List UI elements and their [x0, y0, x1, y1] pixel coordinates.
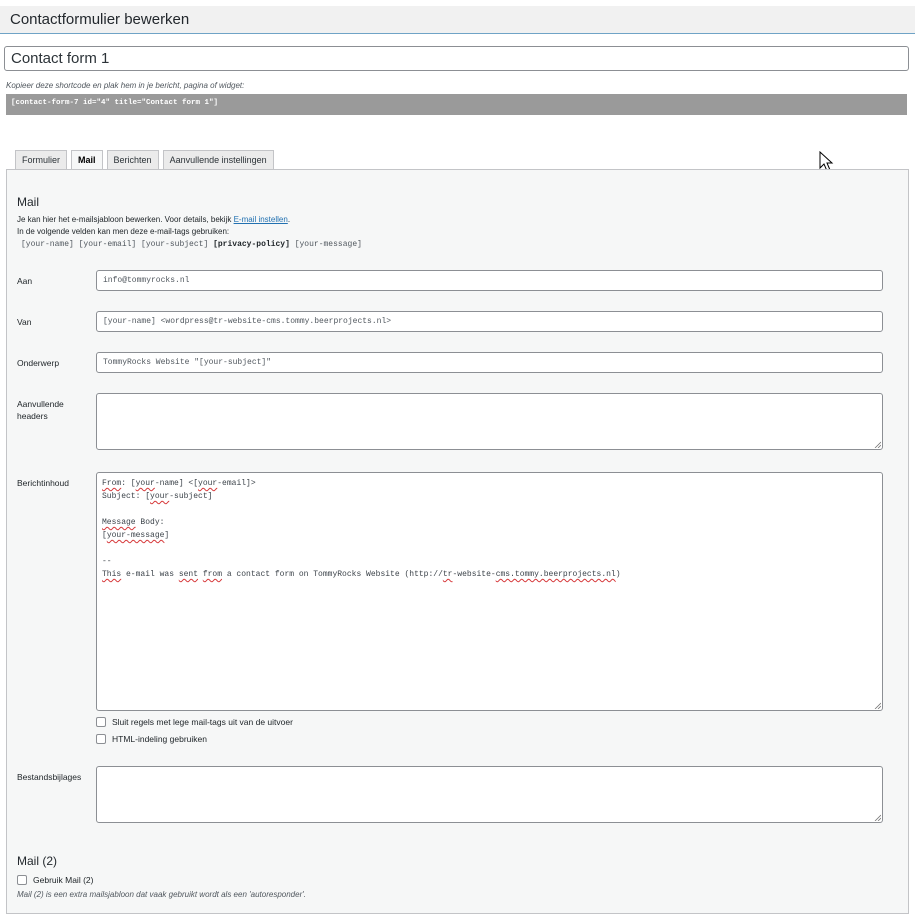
mail-tag[interactable]: [your-email] [79, 240, 137, 249]
from-label: Van [17, 317, 32, 327]
use-mail2-option[interactable]: Gebruik Mail (2) [17, 875, 93, 885]
body-word: e-mail was [121, 570, 179, 579]
mail-panel: Mail Je kan hier het e-mailsjabloon bewe… [6, 169, 909, 914]
attachments-label: Bestandsbijlages [17, 772, 82, 782]
mail2-section-title: Mail (2) [17, 854, 58, 868]
body-word: sent [178, 570, 199, 579]
subject-field[interactable]: TommyRocks Website "[your-subject]" [96, 352, 883, 373]
to-value: info@tommyrocks.nl [103, 276, 190, 285]
from-field[interactable]: [your-name] <wordpress@tr-website-cms.to… [96, 311, 883, 332]
body-word: from [202, 570, 223, 579]
to-label: Aan [17, 276, 33, 286]
body-word: -email]> [217, 479, 256, 488]
body-word: ] [164, 531, 170, 540]
body-word: Body: [135, 518, 165, 527]
from-value: [your-name] <wordpress@tr-website-cms.to… [103, 317, 392, 326]
mail-description-text: Je kan hier het e-mailsjabloon bewerken.… [17, 215, 234, 224]
shortcode-text: [contact-form-7 id="4" title="Contact fo… [11, 99, 219, 107]
body-line: [your-message] [102, 529, 877, 542]
mail-description: Je kan hier het e-mailsjabloon bewerken.… [17, 215, 290, 224]
mail-section-title: Mail [17, 195, 40, 209]
body-word: your-message [106, 531, 165, 540]
body-label: Berichtinhoud [17, 478, 69, 488]
body-word: your [198, 479, 218, 488]
headers-label-line2: headers [17, 411, 48, 421]
body-line: From: [your-name] <[your-email]> [102, 477, 877, 490]
mail2-note: Mail (2) is een extra mailsjabloon dat v… [17, 890, 306, 899]
form-title-value: Contact form 1 [11, 50, 110, 67]
body-content: From: [your-name] <[your-email]> Subject:… [97, 473, 882, 585]
exclude-blank-label: Sluit regels met lege mail-tags uit van … [112, 717, 293, 727]
mail-tag[interactable]: [your-subject] [141, 240, 208, 249]
body-word: Subject: [ [102, 492, 151, 501]
use-html-label: HTML-indeling gebruiken [112, 734, 207, 744]
use-mail2-label: Gebruik Mail (2) [33, 875, 94, 885]
body-line [102, 542, 877, 555]
subject-label: Onderwerp [17, 358, 60, 368]
exclude-blank-option[interactable]: Sluit regels met lege mail-tags uit van … [96, 717, 293, 727]
exclude-blank-checkbox[interactable] [96, 717, 106, 727]
mail-description-suffix: . [287, 215, 291, 224]
body-word: your [135, 479, 155, 488]
body-word: -name] <[ [154, 479, 199, 488]
use-html-option[interactable]: HTML-indeling gebruiken [96, 734, 207, 744]
editor-tabs: Formulier Mail Berichten Aanvullende ins… [15, 150, 278, 171]
subject-value: TommyRocks Website "[your-subject]" [103, 358, 272, 367]
resize-handle-icon[interactable] [874, 814, 881, 821]
to-field[interactable]: info@tommyrocks.nl [96, 270, 883, 291]
resize-handle-icon[interactable] [874, 441, 881, 448]
headers-label-line1: Aanvullende [17, 399, 64, 409]
tab-mail[interactable]: Mail [71, 150, 103, 171]
tab-additional-settings[interactable]: Aanvullende instellingen [162, 150, 274, 170]
body-word: your [150, 492, 170, 501]
shortcode-field[interactable]: [contact-form-7 id="4" title="Contact fo… [6, 94, 907, 115]
tab-messages[interactable]: Berichten [106, 150, 159, 170]
body-word: : [ [121, 479, 136, 488]
body-line: Subject: [your-subject] [102, 490, 877, 503]
mail-tags-intro: In de volgende velden kan men deze e-mai… [17, 227, 230, 236]
mail-tag[interactable]: [privacy-policy] [213, 240, 290, 249]
body-word: cms.tommy.beerprojects.nl [495, 570, 616, 579]
mail-tag[interactable]: [your-message] [295, 240, 362, 249]
body-word: -subject] [169, 492, 213, 501]
body-word: Message [102, 518, 136, 527]
form-title-input[interactable]: Contact form 1 [4, 46, 909, 71]
tab-form[interactable]: Formulier [15, 150, 68, 170]
body-line: This e-mail was sent from a contact form… [102, 568, 877, 581]
body-word: ) [615, 570, 621, 579]
body-line [102, 503, 877, 516]
body-word: a contact form on TommyRocks Website (ht… [222, 570, 443, 579]
mail-tag[interactable]: [your-name] [21, 240, 74, 249]
body-word: From [102, 479, 122, 488]
page-title: Contactformulier bewerken [10, 11, 190, 28]
body-textarea[interactable]: From: [your-name] <[your-email]> Subject:… [96, 472, 883, 711]
email-setup-link[interactable]: E-mail instellen [234, 215, 288, 224]
use-html-checkbox[interactable] [96, 734, 106, 744]
mail-tags-list: [your-name] [your-email] [your-subject] … [21, 240, 362, 249]
shortcode-hint: Kopieer deze shortcode en plak hem in je… [6, 81, 245, 90]
attachments-textarea[interactable] [96, 766, 883, 823]
resize-handle-icon[interactable] [874, 702, 881, 709]
body-line: -- [102, 557, 112, 566]
body-line: Message Body: [102, 516, 877, 529]
page-header: Contactformulier bewerken [0, 6, 915, 34]
body-word: -website- [452, 570, 496, 579]
use-mail2-checkbox[interactable] [17, 875, 27, 885]
headers-label: Aanvullende headers [17, 398, 64, 422]
headers-textarea[interactable] [96, 393, 883, 450]
body-word: This [102, 570, 122, 579]
